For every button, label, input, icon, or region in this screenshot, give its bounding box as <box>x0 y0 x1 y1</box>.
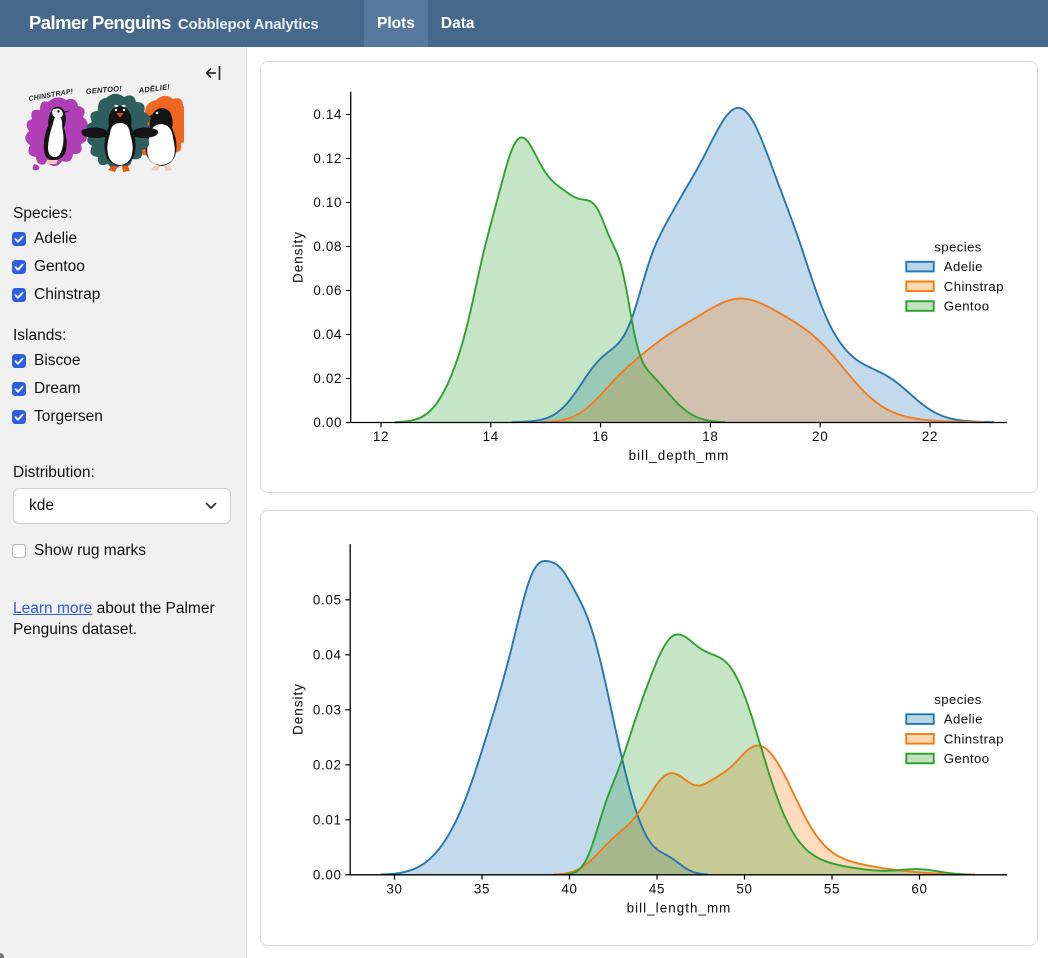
svg-text:0.04: 0.04 <box>313 647 342 662</box>
svg-text:16: 16 <box>592 429 608 444</box>
svg-text:0.03: 0.03 <box>313 702 342 717</box>
svg-text:14: 14 <box>483 429 499 444</box>
svg-text:0.00: 0.00 <box>313 867 342 882</box>
svg-text:Chinstrap: Chinstrap <box>944 279 1004 294</box>
svg-text:Gentoo: Gentoo <box>944 299 990 314</box>
svg-text:60: 60 <box>911 881 927 896</box>
svg-text:0.00: 0.00 <box>313 415 342 430</box>
svg-text:0.10: 0.10 <box>313 195 342 210</box>
svg-text:12: 12 <box>373 429 389 444</box>
svg-text:40: 40 <box>561 881 577 896</box>
svg-text:bill_depth_mm: bill_depth_mm <box>629 448 730 463</box>
svg-text:Adelie: Adelie <box>944 712 983 727</box>
svg-text:Density: Density <box>291 683 306 735</box>
svg-text:0.08: 0.08 <box>313 239 342 254</box>
svg-text:0.01: 0.01 <box>313 812 342 827</box>
svg-text:22: 22 <box>922 429 938 444</box>
svg-text:0.02: 0.02 <box>313 757 342 772</box>
svg-text:Adelie: Adelie <box>944 259 983 274</box>
svg-text:35: 35 <box>474 881 490 896</box>
svg-text:ADĒLIE!: ADĒLIE! <box>137 84 171 95</box>
svg-text:55: 55 <box>824 881 840 896</box>
svg-text:0.14: 0.14 <box>313 107 342 122</box>
svg-text:0.04: 0.04 <box>313 327 342 342</box>
svg-text:0.05: 0.05 <box>313 592 342 607</box>
svg-text:50: 50 <box>736 881 752 896</box>
svg-text:45: 45 <box>649 881 665 896</box>
svg-text:Chinstrap: Chinstrap <box>944 731 1004 746</box>
svg-text:species: species <box>934 240 982 255</box>
svg-text:species: species <box>934 692 982 707</box>
svg-text:0.12: 0.12 <box>313 151 342 166</box>
svg-text:bill_length_mm: bill_length_mm <box>627 900 732 915</box>
svg-text:Density: Density <box>291 231 306 283</box>
svg-text:30: 30 <box>386 881 402 896</box>
svg-text:0.02: 0.02 <box>313 371 342 386</box>
svg-text:18: 18 <box>702 429 718 444</box>
svg-text:Gentoo: Gentoo <box>944 751 990 766</box>
svg-text:0.06: 0.06 <box>313 283 342 298</box>
svg-text:20: 20 <box>812 429 828 444</box>
